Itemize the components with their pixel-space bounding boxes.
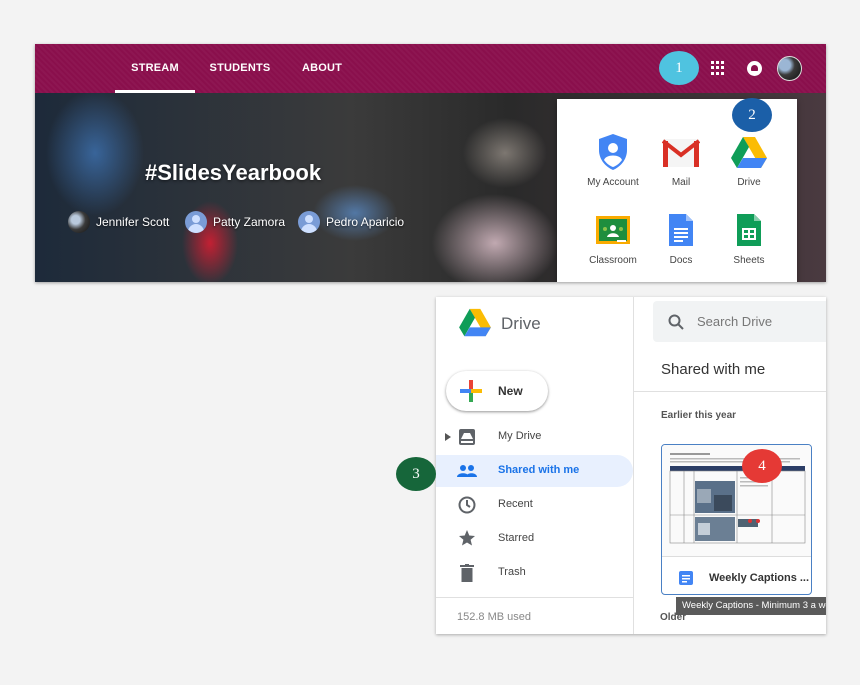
teacher-chip[interactable]: Pedro Aparicio — [298, 210, 404, 234]
docs-icon — [669, 214, 693, 246]
app-label: Sheets — [733, 255, 765, 266]
my-drive-icon — [459, 429, 475, 445]
file-card[interactable]: Weekly Captions ... — [661, 444, 812, 595]
step-badge-2: 2 — [732, 98, 772, 132]
teacher-chip[interactable]: Jennifer Scott — [68, 210, 169, 234]
google-account-shield-icon — [599, 134, 627, 170]
class-title: #SlidesYearbook — [145, 160, 322, 185]
app-label: Drive — [737, 177, 761, 188]
tab-stream[interactable]: STREAM — [115, 44, 195, 93]
sidebar-item-trash[interactable]: Trash — [436, 557, 633, 589]
drive-logo-icon — [459, 308, 491, 337]
file-thumbnail — [662, 445, 811, 557]
app-classroom[interactable]: Classroom — [575, 209, 651, 266]
app-docs[interactable]: Docs — [643, 209, 719, 266]
page-title: Shared with me — [661, 361, 766, 378]
gmail-icon — [662, 139, 700, 167]
clock-icon — [458, 496, 476, 514]
search-icon — [668, 314, 684, 330]
avatar — [185, 211, 207, 233]
avatar — [68, 211, 90, 233]
tab-students[interactable]: STUDENTS — [205, 44, 275, 93]
sidebar-item-starred[interactable]: Starred — [436, 523, 633, 555]
classroom-window: STREAM STUDENTS ABOUT #SlidesYearbook Je… — [35, 44, 826, 282]
file-name: Weekly Captions ... — [709, 572, 810, 584]
nav-label: Trash — [498, 566, 526, 578]
app-mail[interactable]: Mail — [643, 131, 719, 188]
app-sheets[interactable]: Sheets — [711, 209, 787, 266]
step-badge-4: 4 — [742, 449, 782, 483]
document-preview — [669, 453, 806, 544]
nav-label: Shared with me — [498, 464, 580, 476]
star-icon — [459, 530, 475, 546]
classroom-icon — [596, 216, 630, 244]
divider — [633, 297, 634, 634]
nav-label: My Drive — [498, 430, 542, 442]
teacher-chip[interactable]: Patty Zamora — [185, 210, 285, 234]
app-my-account[interactable]: My Account — [575, 131, 651, 188]
bell-icon[interactable] — [747, 61, 762, 76]
divider — [436, 597, 633, 598]
avatar[interactable] — [777, 56, 802, 81]
classroom-topbar: STREAM STUDENTS ABOUT — [35, 44, 826, 93]
nav-label: Recent — [498, 498, 533, 510]
sidebar-item-shared-with-me[interactable]: Shared with me — [436, 455, 633, 487]
trash-icon — [460, 564, 474, 582]
people-icon — [457, 465, 477, 477]
teacher-name: Patty Zamora — [213, 215, 286, 229]
new-button[interactable]: New — [446, 371, 548, 411]
app-label: My Account — [587, 177, 639, 188]
avatar — [298, 211, 320, 233]
drive-icon — [731, 137, 767, 168]
section-label-older: Older — [660, 612, 687, 623]
divider — [634, 391, 826, 392]
nav-label: Starred — [498, 532, 535, 544]
docs-icon — [679, 571, 693, 585]
expand-arrow-icon[interactable] — [445, 433, 451, 441]
app-drive[interactable]: Drive — [711, 131, 787, 188]
plus-icon — [460, 380, 482, 402]
step-badge-3: 3 — [396, 457, 436, 491]
apps-grid-icon[interactable] — [711, 61, 725, 75]
search-placeholder: Search Drive — [697, 314, 773, 329]
section-label-earlier: Earlier this year — [661, 410, 737, 421]
app-label: Mail — [671, 177, 691, 188]
app-label: Docs — [669, 255, 693, 266]
teacher-name: Pedro Aparicio — [326, 215, 405, 229]
tab-about[interactable]: ABOUT — [297, 44, 347, 93]
step-badge-1: 1 — [659, 51, 699, 85]
drive-app-name: Drive — [501, 314, 541, 333]
sidebar-item-my-drive[interactable]: My Drive — [436, 421, 633, 453]
new-label: New — [498, 384, 523, 398]
search-input[interactable]: Search Drive — [653, 301, 826, 342]
sheets-icon — [737, 214, 761, 246]
sidebar-item-recent[interactable]: Recent — [436, 489, 633, 521]
app-label: Classroom — [589, 255, 637, 266]
teacher-name: Jennifer Scott — [96, 215, 170, 229]
storage-usage: 152.8 MB used — [457, 611, 531, 623]
file-name-tooltip: Weekly Captions - Minimum 3 a we — [676, 597, 826, 615]
